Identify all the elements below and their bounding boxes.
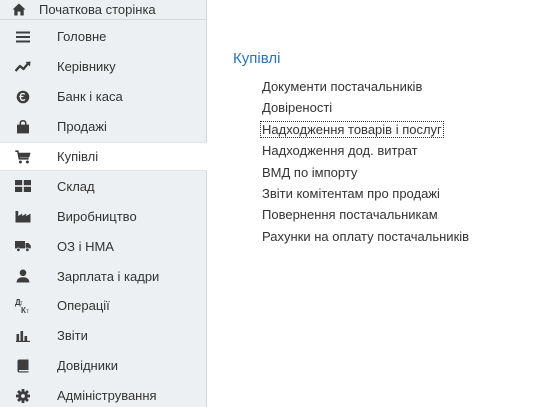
sidebar-item-manager[interactable]: Керівнику bbox=[0, 52, 206, 82]
factory-icon bbox=[15, 208, 31, 224]
sidebar-item-home[interactable]: Початкова сторінка bbox=[0, 0, 206, 20]
link-additional-costs[interactable]: Надходження дод. витрат bbox=[261, 140, 470, 161]
sidebar-item-label: Адміністрування bbox=[57, 388, 157, 404]
warehouse-grid-icon bbox=[15, 178, 31, 194]
sidebar-item-reports[interactable]: Звіти bbox=[0, 321, 206, 351]
sidebar-item-operations[interactable]: Д т К т Операції bbox=[0, 291, 206, 321]
sidebar-item-references[interactable]: Довідники bbox=[0, 351, 206, 381]
sidebar: Початкова сторінка Головне Керівнику Бан… bbox=[0, 0, 207, 407]
section-panel: Купівлі Документи постачальників Довірен… bbox=[233, 50, 470, 247]
person-icon bbox=[15, 268, 31, 284]
section-links: Документи постачальників Довіреності Над… bbox=[260, 76, 470, 247]
bar-chart-icon bbox=[15, 328, 31, 344]
sidebar-item-label: ОЗ і НМА bbox=[57, 238, 114, 254]
coins-icon bbox=[15, 89, 31, 105]
sidebar-item-label: Операції bbox=[57, 298, 110, 314]
sidebar-item-production[interactable]: Виробництво bbox=[0, 201, 206, 231]
shopping-cart-icon bbox=[15, 149, 31, 165]
link-import-declarations[interactable]: ВМД по імпорту bbox=[261, 162, 470, 183]
sidebar-nav: Головне Керівнику Банк і каса Продажі Ку… bbox=[0, 22, 207, 407]
link-commission-reports[interactable]: Звіти комітентам про продажі bbox=[261, 183, 470, 204]
link-goods-receipts[interactable]: Надходження товарів і послуг bbox=[260, 119, 470, 140]
sidebar-item-label: Керівнику bbox=[57, 59, 116, 75]
sidebar-item-label: Виробництво bbox=[57, 208, 137, 224]
link-supplier-returns[interactable]: Повернення постачальникам bbox=[261, 204, 470, 225]
sidebar-item-salary[interactable]: Зарплата і кадри bbox=[0, 261, 206, 291]
sidebar-item-sales[interactable]: Продажі bbox=[0, 112, 206, 142]
svg-text:т: т bbox=[26, 309, 29, 314]
sidebar-item-label: Купівлі bbox=[57, 149, 99, 164]
sidebar-item-warehouse[interactable]: Склад bbox=[0, 171, 206, 201]
sidebar-item-admin[interactable]: Адміністрування bbox=[0, 381, 206, 407]
home-icon bbox=[12, 3, 26, 17]
app-root: Початкова сторінка Головне Керівнику Бан… bbox=[0, 0, 534, 407]
sidebar-item-label: Зарплата і кадри bbox=[57, 268, 160, 284]
sidebar-item-label: Продажі bbox=[57, 119, 107, 135]
sidebar-item-label: Склад bbox=[57, 178, 95, 194]
page-title: Купівлі bbox=[233, 50, 281, 67]
sidebar-item-label: Головне bbox=[57, 29, 107, 45]
gear-icon bbox=[15, 388, 31, 404]
sidebar-item-home-label: Початкова сторінка bbox=[39, 2, 156, 17]
sidebar-item-label: Довідники bbox=[57, 358, 118, 374]
sidebar-item-bank[interactable]: Банк і каса bbox=[0, 82, 206, 112]
link-supplier-invoices[interactable]: Рахунки на оплату постачальників bbox=[261, 226, 470, 247]
dt-kt-icon: Д т К т bbox=[15, 298, 31, 314]
link-powers-of-attorney[interactable]: Довіреності bbox=[261, 97, 470, 118]
sidebar-item-purchases[interactable]: Купівлі bbox=[0, 141, 207, 172]
menu-lines-icon bbox=[15, 29, 31, 45]
sidebar-item-assets[interactable]: ОЗ і НМА bbox=[0, 231, 206, 261]
link-supplier-documents[interactable]: Документи постачальників bbox=[261, 76, 470, 97]
shopping-bag-icon bbox=[15, 119, 31, 135]
sidebar-item-label: Банк і каса bbox=[57, 89, 123, 105]
sidebar-item-label: Звіти bbox=[57, 328, 88, 344]
sidebar-item-main[interactable]: Головне bbox=[0, 22, 206, 52]
truck-icon bbox=[15, 238, 31, 254]
book-icon bbox=[15, 358, 31, 374]
trend-chart-icon bbox=[15, 59, 31, 75]
